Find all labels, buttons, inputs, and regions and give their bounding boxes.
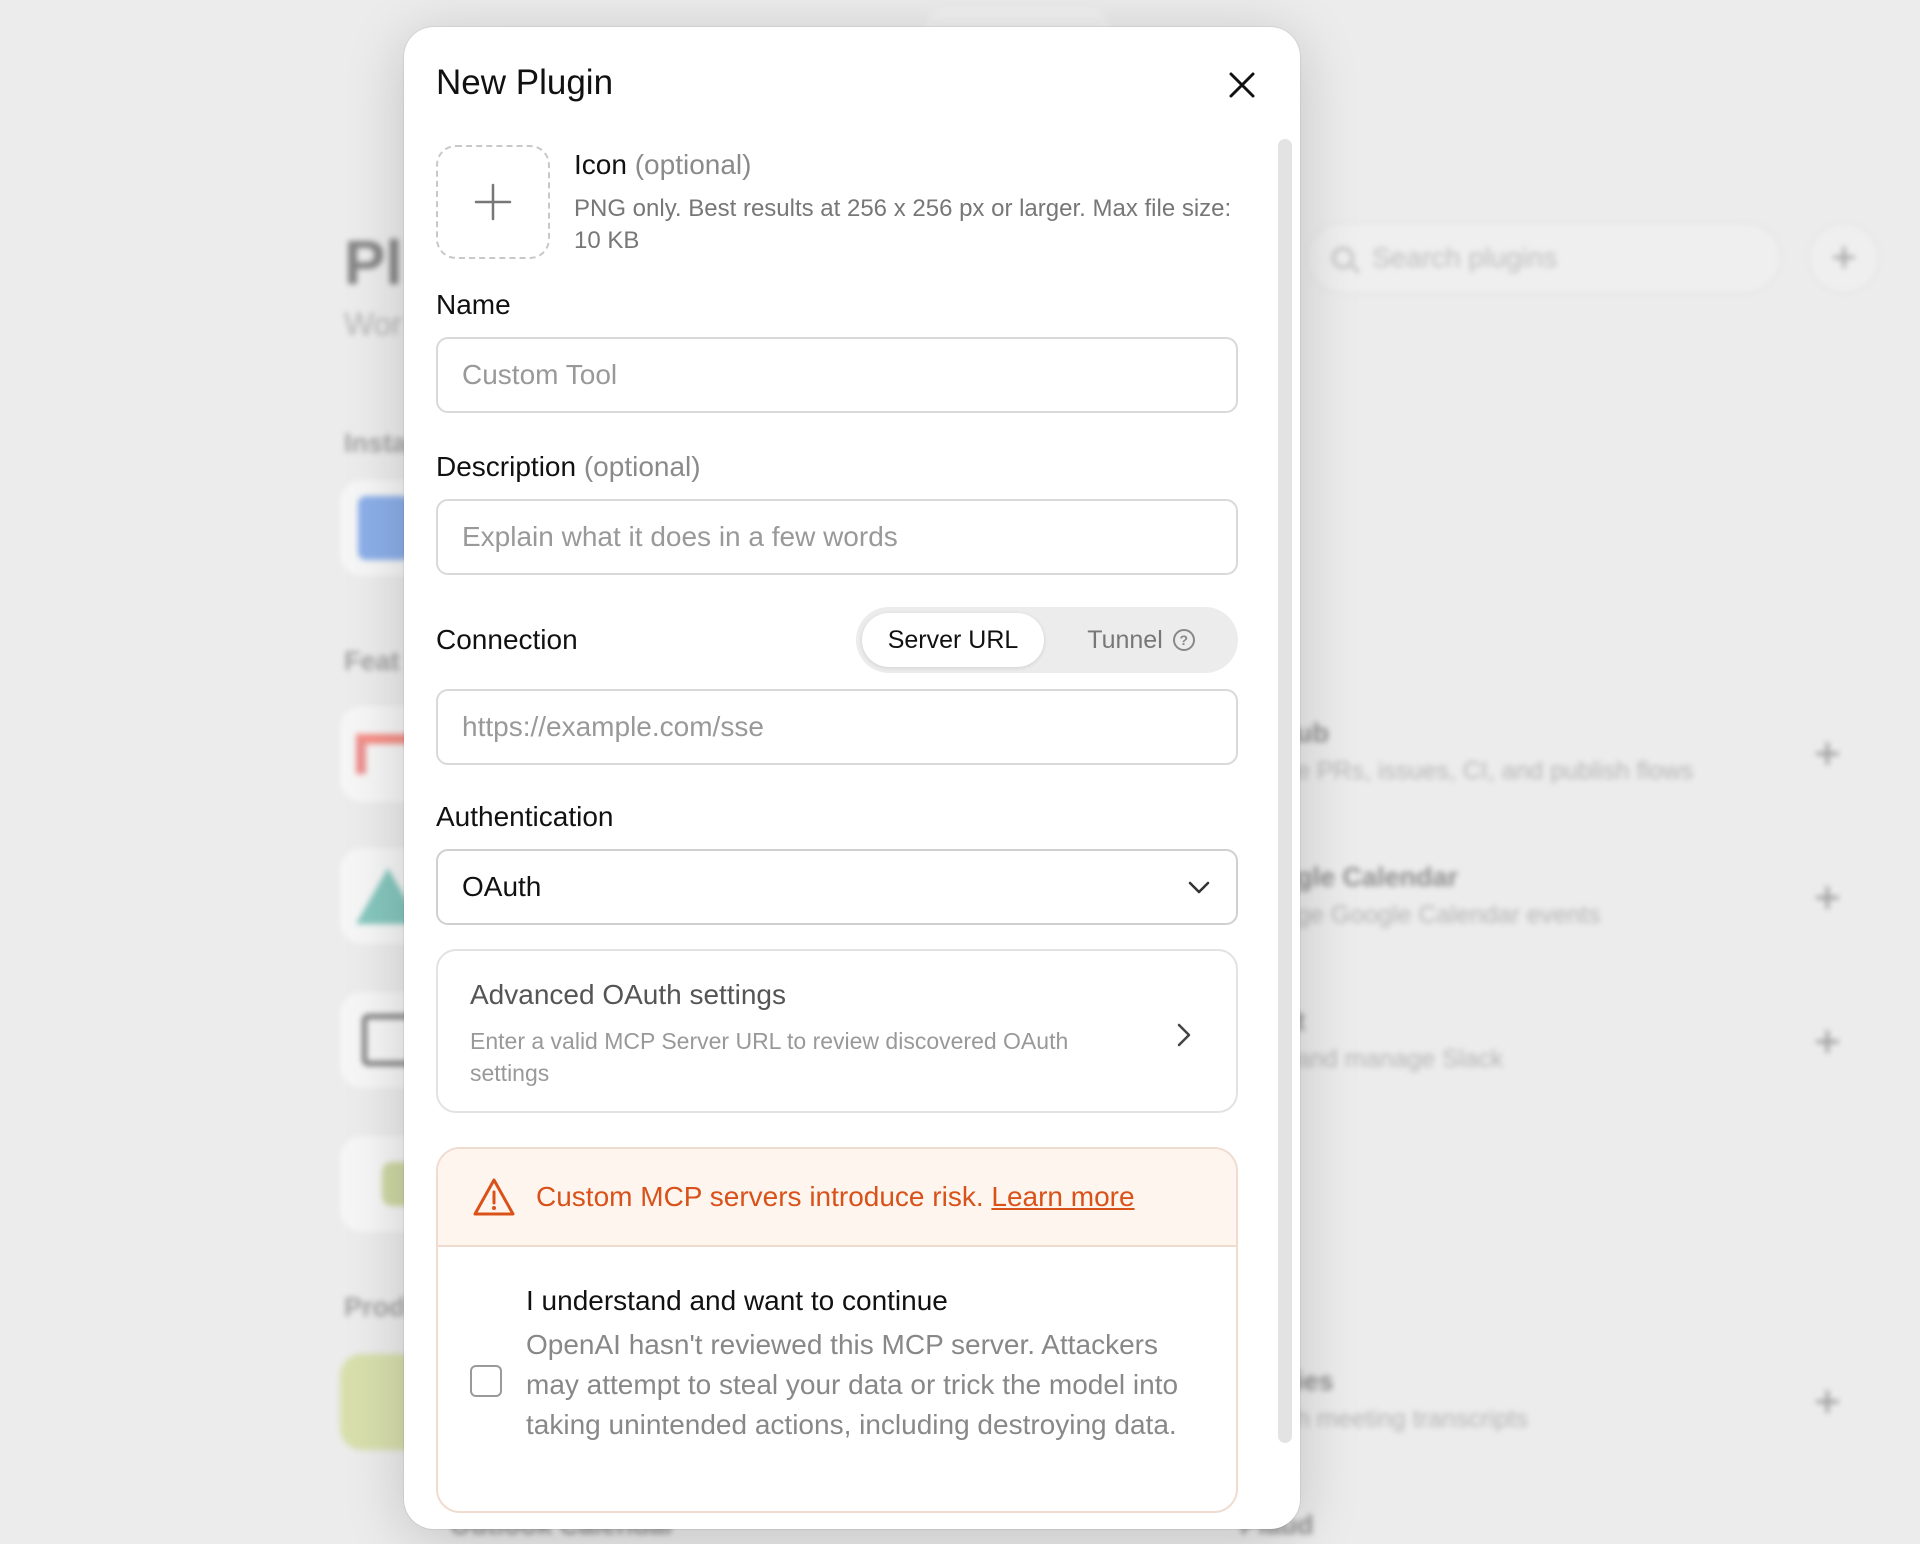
server-url-input[interactable]	[436, 689, 1238, 765]
bg-row-add-granola[interactable]: +	[1814, 1374, 1841, 1428]
search-icon	[1332, 247, 1354, 269]
optional-tag: (optional)	[583, 451, 701, 482]
section-installed: Insta	[344, 428, 408, 458]
section-productivity: Prod	[344, 1292, 406, 1322]
bg-row-granola[interactable]: ies h meeting transcripts	[1296, 1366, 1528, 1434]
search-plugins-field[interactable]: Search plugins	[1306, 222, 1782, 294]
icon-hint: PNG only. Best results at 256 x 256 px o…	[574, 195, 1232, 254]
dialog-content: Icon (optional) PNG only. Best results a…	[436, 145, 1238, 1513]
authentication-group: Authentication OAuth	[436, 801, 1238, 925]
dialog-title: New Plugin	[436, 63, 614, 102]
add-plugin-button[interactable]: +	[1808, 222, 1880, 294]
icon-upload-row: Icon (optional) PNG only. Best results a…	[436, 145, 1238, 259]
name-input[interactable]	[436, 337, 1238, 413]
page-subtitle: Wor	[344, 306, 403, 342]
tunnel-tab[interactable]: Tunnel ?	[1050, 613, 1232, 667]
acknowledge-title: I understand and want to continue	[526, 1285, 948, 1316]
risk-message: Custom MCP servers introduce risk. Learn…	[536, 1181, 1135, 1212]
new-plugin-dialog: New Plugin Icon (optional) PNG only. Bes…	[404, 27, 1300, 1529]
plus-icon	[474, 183, 512, 221]
risk-warning-card: Custom MCP servers introduce risk. Learn…	[436, 1147, 1238, 1513]
bg-row-add-calendar[interactable]: +	[1814, 870, 1841, 924]
description-label: Description (optional)	[436, 451, 701, 482]
close-icon	[1229, 72, 1255, 98]
risk-acknowledgement: I understand and want to continue OpenAI…	[438, 1247, 1236, 1511]
warning-icon	[473, 1178, 515, 1216]
advanced-subtitle: Enter a valid MCP Server URL to review d…	[470, 1028, 1069, 1086]
help-icon[interactable]: ?	[1172, 629, 1195, 651]
page-title: Pl	[344, 229, 403, 298]
server-url-tab[interactable]: Server URL	[862, 613, 1044, 667]
authentication-value: OAuth	[462, 871, 542, 902]
plus-icon: +	[1831, 233, 1857, 282]
risk-banner: Custom MCP servers introduce risk. Learn…	[438, 1149, 1236, 1247]
close-button[interactable]	[1222, 65, 1262, 105]
advanced-title: Advanced OAuth settings	[470, 979, 786, 1010]
icon-label: Icon (optional)	[574, 149, 752, 180]
authentication-select[interactable]: OAuth	[436, 849, 1238, 925]
learn-more-link[interactable]: Learn more	[991, 1181, 1134, 1212]
icon-info: Icon (optional) PNG only. Best results a…	[574, 145, 1234, 259]
bg-row-slack[interactable]: t and manage Slack	[1296, 1006, 1503, 1074]
connection-toggle: Server URL Tunnel ?	[856, 607, 1238, 673]
section-featured: Feat	[344, 646, 400, 676]
chevron-down-icon	[1188, 881, 1210, 894]
connection-header: Connection Server URL Tunnel ?	[436, 607, 1238, 673]
connection-label: Connection	[436, 624, 578, 655]
chevron-right-icon	[1177, 1023, 1191, 1047]
acknowledge-description: OpenAI hasn't reviewed this MCP server. …	[526, 1329, 1179, 1440]
description-input[interactable]	[436, 499, 1238, 575]
connection-group: Connection Server URL Tunnel ?	[436, 607, 1238, 765]
search-placeholder: Search plugins	[1372, 242, 1558, 273]
bg-row-google-calendar[interactable]: gle Calendar ge Google Calendar events	[1296, 862, 1600, 930]
authentication-label: Authentication	[436, 801, 614, 832]
bg-row-github[interactable]: ub e PRs, issues, CI, and publish flows	[1296, 718, 1693, 786]
bg-row-add-github[interactable]: +	[1814, 726, 1841, 780]
name-label: Name	[436, 289, 511, 320]
optional-tag: (optional)	[634, 149, 752, 180]
description-group: Description (optional)	[436, 451, 1238, 575]
name-group: Name	[436, 289, 1238, 413]
dialog-scrollbar[interactable]	[1278, 139, 1292, 1443]
bg-row-add-slack[interactable]: +	[1814, 1014, 1841, 1068]
acknowledge-checkbox[interactable]	[470, 1365, 502, 1397]
icon-upload-button[interactable]	[436, 145, 550, 259]
advanced-oauth-settings[interactable]: Advanced OAuth settings Enter a valid MC…	[436, 949, 1238, 1113]
